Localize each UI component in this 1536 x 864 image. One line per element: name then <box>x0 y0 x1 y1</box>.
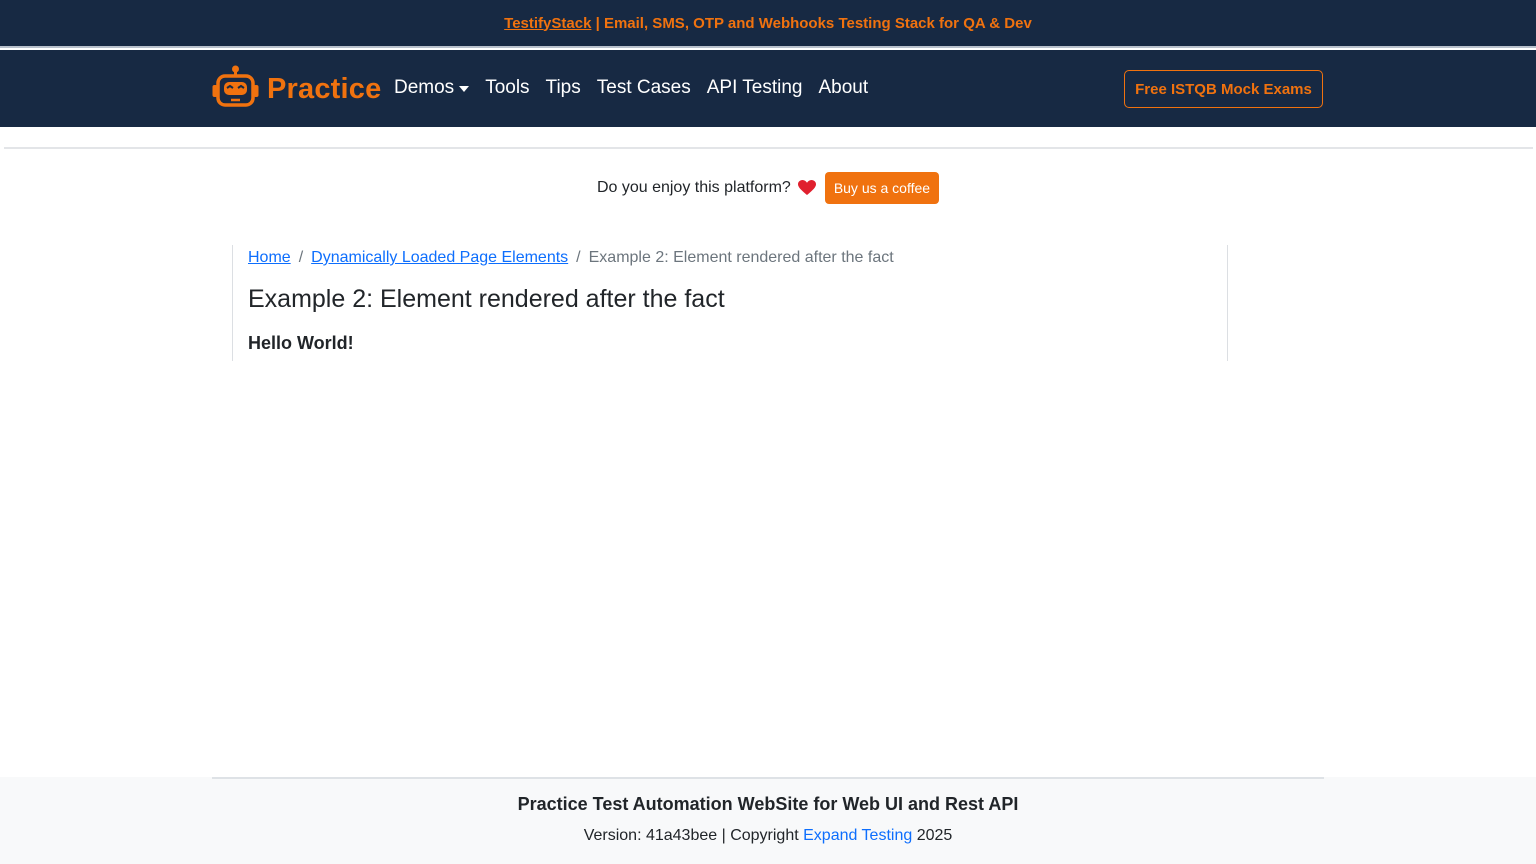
footer-meta: Version: 41a43bee | Copyright Expand Tes… <box>0 827 1536 845</box>
nav-item-about[interactable]: About <box>819 77 869 99</box>
breadcrumb-dynamic-elements[interactable]: Dynamically Loaded Page Elements <box>311 249 568 267</box>
footer-divider <box>212 777 1324 779</box>
buy-coffee-button[interactable]: Buy us a coffee <box>824 172 940 204</box>
nav-item-api-testing[interactable]: API Testing <box>707 77 803 99</box>
footer: Practice Test Automation WebSite for Web… <box>0 777 1536 864</box>
nav-item-demos[interactable]: Demos <box>394 77 470 99</box>
expand-testing-link[interactable]: Expand Testing <box>803 827 912 844</box>
rendered-message: Hello World! <box>248 333 354 353</box>
breadcrumb-current: Example 2: Element rendered after the fa… <box>588 249 894 266</box>
breadcrumb-separator: / <box>576 249 581 266</box>
chevron-down-icon <box>459 86 470 92</box>
announcement-bar: TestifyStack | Email, SMS, OTP and Webho… <box>0 0 1536 48</box>
main-navbar: Practice Demos Tools Tips Test Cases API… <box>0 50 1536 127</box>
brand-name: Practice <box>267 72 382 105</box>
support-banner: Do you enjoy this platform? Buy us a cof… <box>0 172 1536 204</box>
announcement-text: | Email, SMS, OTP and Webhooks Testing S… <box>591 14 1032 32</box>
page-title: Example 2: Element rendered after the fa… <box>248 285 725 313</box>
divider <box>4 147 1533 149</box>
nav-menu: Demos Tools Tips Test Cases API Testing … <box>394 77 884 99</box>
nav-item-demos-label: Demos <box>394 77 455 98</box>
istqb-mock-exams-button[interactable]: Free ISTQB Mock Exams <box>1124 70 1323 108</box>
breadcrumb: Home / Dynamically Loaded Page Elements … <box>248 249 894 267</box>
nav-item-tips[interactable]: Tips <box>546 77 581 99</box>
footer-year: 2025 <box>912 827 953 844</box>
main-content: Home / Dynamically Loaded Page Elements … <box>232 245 1228 361</box>
breadcrumb-home[interactable]: Home <box>248 249 291 267</box>
footer-title: Practice Test Automation WebSite for Web… <box>517 794 1019 814</box>
nav-item-test-cases[interactable]: Test Cases <box>597 77 691 99</box>
testifystack-link[interactable]: TestifyStack <box>504 15 591 32</box>
robot-icon <box>212 65 259 114</box>
support-question: Do you enjoy this platform? <box>596 179 791 196</box>
breadcrumb-separator: / <box>298 249 304 266</box>
heart-icon <box>797 180 816 196</box>
brand-logo-link[interactable]: Practice <box>212 65 382 114</box>
nav-item-tools[interactable]: Tools <box>485 77 529 99</box>
footer-version: Version: 41a43bee | Copyright <box>583 827 804 844</box>
